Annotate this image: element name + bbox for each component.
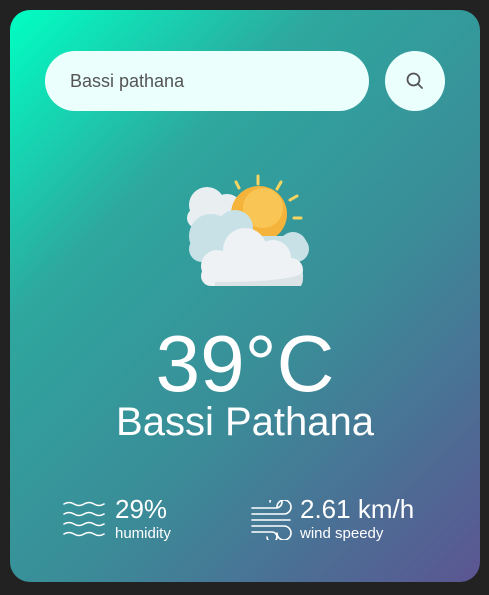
- wind-detail: 2.61 km/h wind speedy: [250, 494, 450, 544]
- search-bar: [45, 51, 445, 111]
- wind-speed-label: wind speedy: [300, 525, 384, 542]
- search-icon: [406, 72, 423, 89]
- humidity-detail: 29% humidity: [62, 494, 232, 544]
- weather-card: 39°C Bassi Pathana 29% humidity 2.61 km/…: [10, 10, 480, 582]
- sun-behind-clouds-icon: [187, 174, 309, 286]
- city-name: Bassi Pathana: [116, 400, 374, 444]
- wind-speed-value: 2.61 km/h: [300, 494, 415, 524]
- temperature: 39°C: [155, 319, 335, 408]
- search-input[interactable]: [45, 51, 369, 111]
- wind-icon: [251, 500, 292, 540]
- waves-icon: [63, 501, 105, 537]
- humidity-value: 29%: [115, 494, 168, 524]
- search-button[interactable]: [385, 51, 445, 111]
- humidity-label: humidity: [115, 525, 171, 542]
